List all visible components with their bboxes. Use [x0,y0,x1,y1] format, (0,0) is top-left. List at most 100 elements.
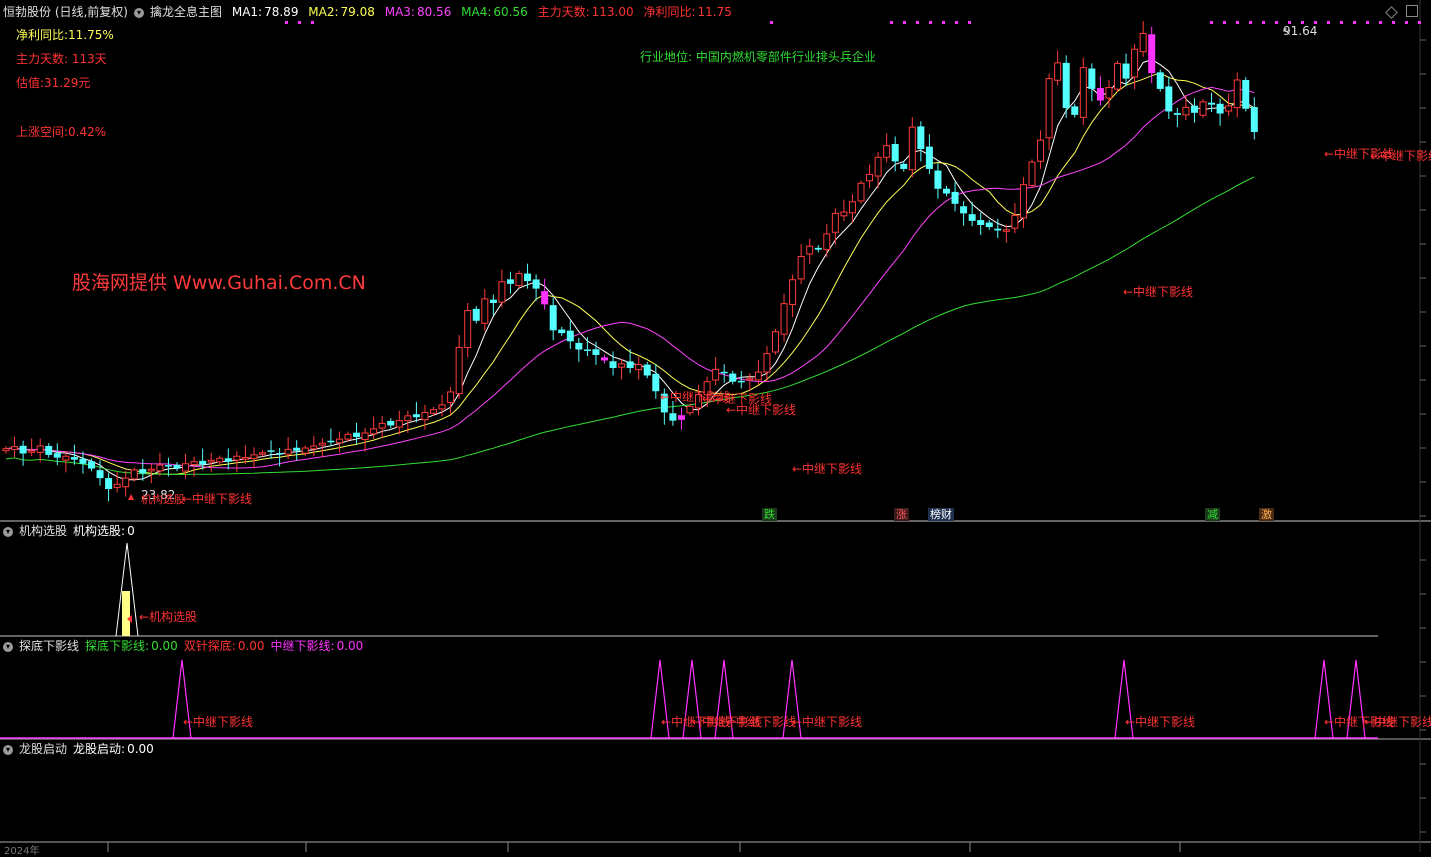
panel4-label: 龙股启动: [73,742,126,756]
candle-body [1190,105,1198,113]
inst-pick-bar [122,591,130,636]
candle-body [164,465,172,467]
top-dot-marker [1275,21,1278,24]
badge-incentive[interactable]: 激 [1259,508,1274,521]
candle-body [1054,62,1062,81]
candle-body [763,353,771,373]
maximize-icon[interactable] [1406,5,1418,17]
candle-body [575,342,583,350]
mid-shadow-label: ←中继下影线 [1123,284,1193,299]
panel4-dropdown-icon[interactable]: ▾ [3,744,13,755]
candle-body [780,303,788,335]
ma1-label: MA1: [231,5,263,19]
candle-body [917,126,925,150]
candle-body [113,483,121,488]
ma1-value: 78.89 [264,5,299,19]
candle-body [344,433,352,440]
panel3-mid-shadow-label: ←中继下影线 [183,714,253,729]
candle-body [147,468,155,472]
top-dot-marker [1262,21,1265,24]
candle-body [797,255,805,280]
mid-shadow-label: ←中继下影线 [726,402,796,417]
panel3-dropdown-icon[interactable]: ▾ [3,641,13,652]
candle-body [814,247,822,250]
stock-name[interactable]: 恒勃股份 (日线,前复权) [3,5,128,19]
candle-body [866,173,874,182]
candle-body [190,461,198,466]
badge-rise[interactable]: 涨 [894,508,909,521]
badge-reduce-text: 减 [1207,508,1218,521]
candle-body [506,279,514,284]
industry-position: 行业地位: 中国内燃机零部件行业排头兵企业 [640,50,876,64]
candle-body [318,442,326,446]
panel2-label: 机构选股: [73,524,126,538]
panel3-mid-shadow-label: ←中继下影线 [726,714,796,729]
info-valuation: 估值:31.29元 [16,76,91,90]
candle-body [960,206,968,214]
panel3-title[interactable]: 探底下影线 [19,639,79,653]
candle-body [335,438,343,444]
candle-body [823,233,831,251]
candle-body [1182,106,1190,116]
panel3-label3: 中继下影线: [270,639,335,653]
candle-body [515,273,523,286]
candle-body [216,457,224,463]
badge-finance-text: 榜财 [930,508,952,521]
panel2-title[interactable]: 机构选股 [19,524,67,538]
candle-body [361,432,369,441]
ma3-label: MA3: [384,5,415,19]
candle-body [2,448,10,452]
top-dot-marker [1392,21,1395,24]
panel4-title[interactable]: 龙股启动 [19,742,67,756]
panel3-mid-shadow-label: ←中继下影线 [1364,714,1431,729]
candle-body [96,470,104,479]
stock-chart[interactable]: ↖ 91.64 23.82 机构选股 ←中继下影线 ←中继下影线 ←中继下影线 ←中继下影线 ←… [0,0,1431,857]
candle-body [45,445,53,455]
candle-body [951,191,959,204]
indicator-name[interactable]: 擒龙全息主图 [150,5,222,19]
top-dot-marker [942,21,945,24]
top-dot-marker [1379,21,1382,24]
candle-body [241,457,249,460]
candle-body [626,361,634,368]
top-dot-marker [1405,21,1408,24]
candle-body [720,371,728,374]
candle-body [549,305,557,331]
candle-body [481,298,489,324]
candle-body [370,428,378,435]
candle-body [310,445,318,450]
panel2-dropdown-icon[interactable]: ▾ [3,526,13,537]
candle-body [1250,107,1258,132]
candle-body [259,452,266,455]
candle-body [139,469,147,474]
badge-reduce[interactable]: 减 [1205,508,1220,521]
candle-body [524,273,532,282]
candle-body [541,291,549,305]
candle-body [1079,67,1087,118]
candle-body [88,461,95,469]
dropdown-icon[interactable]: ▾ [134,7,144,18]
candle-body [1019,184,1027,219]
top-dot-marker [1210,21,1213,24]
panel3-mid-shadow-label: ←中继下影线 [792,714,862,729]
candle-body [430,409,437,414]
candle-body [498,281,506,303]
candle-body [925,146,933,169]
candle-body [558,329,566,334]
top-dot-marker [955,21,958,24]
candle-body [53,453,61,458]
candle-body [746,377,754,381]
candle-body [105,478,113,490]
candle-body [455,346,463,395]
candle-body [772,331,779,353]
candle-body [789,279,797,305]
top-dot-marker [1223,21,1226,24]
badge-finance[interactable]: 榜财 [928,508,954,521]
top-dot-marker [968,21,971,24]
chart-canvas[interactable]: ↖91.6423.82机构选股←中继下影线←中继下影线←中继下影线←中继下影线←… [0,0,1431,852]
ma3-value: 80.56 [416,5,452,19]
badge-fall[interactable]: 跌 [762,508,777,521]
candle-body [977,220,985,226]
inst-pick-main-label: 机构选股 [141,492,185,506]
candle-body [985,222,993,228]
